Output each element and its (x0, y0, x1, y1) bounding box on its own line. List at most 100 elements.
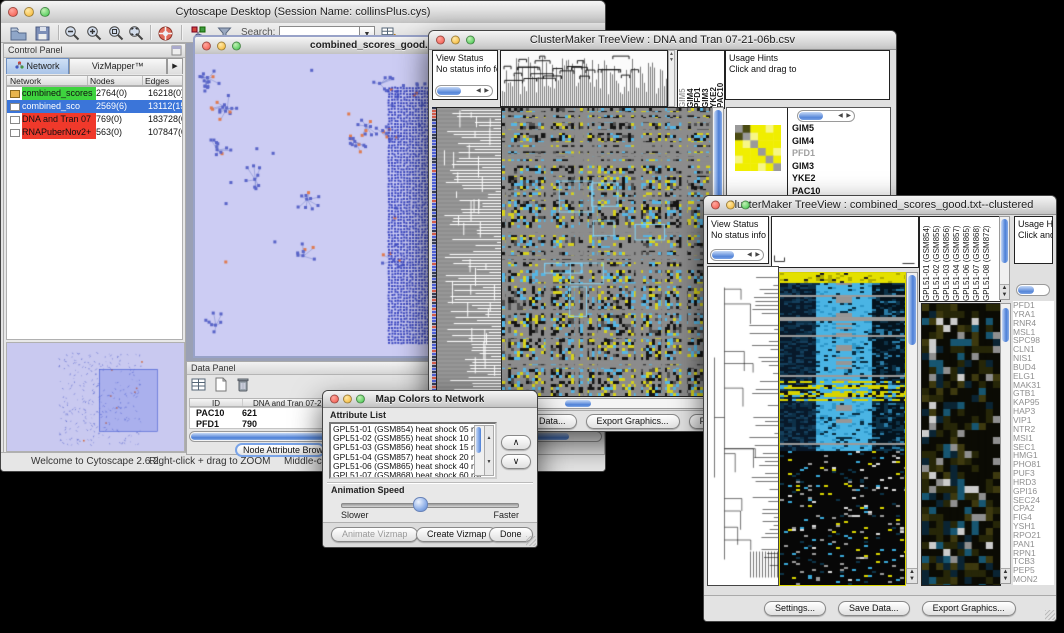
attribute-item[interactable]: GPL51-03 (GSM856) heat shock 15 min (333, 443, 481, 452)
tv2-heatmap-vscrollbar[interactable]: ▲▼ (906, 272, 918, 584)
minimize-button[interactable] (343, 395, 352, 404)
open-file-icon[interactable] (9, 24, 28, 43)
scroll-arrows[interactable]: ◀ ▶ (838, 111, 852, 121)
zoom-selected-icon[interactable] (107, 24, 126, 43)
move-down-button[interactable]: ∨ (501, 454, 531, 469)
animation-speed-slider-thumb[interactable] (413, 497, 428, 512)
tv2-action-button[interactable]: Save Data... (838, 601, 910, 616)
col-edges: Edges (143, 76, 182, 85)
minimize-button[interactable] (24, 7, 34, 17)
attribute-item[interactable]: GPL51-06 (GSM865) heat shock 40 min (333, 462, 481, 471)
create-vizmap-button[interactable]: Create Vizmap (416, 527, 497, 542)
tv1-action-button[interactable]: Export Graphics... (586, 414, 680, 429)
close-button[interactable] (711, 201, 720, 210)
tab-overflow-arrow[interactable]: ▶ (167, 58, 183, 74)
close-button[interactable] (330, 395, 339, 404)
tv1-global-heatmap[interactable] (501, 107, 713, 397)
attribute-item[interactable]: GPL51-02 (GSM855) heat shock 10 min (333, 434, 481, 443)
save-icon[interactable] (33, 24, 52, 43)
scroll-arrows[interactable]: ▲▼ (1001, 568, 1010, 583)
toolbar-separator (58, 25, 60, 40)
network-list-row[interactable]: combined_scores 2764(0) 16218(0) (7, 87, 182, 100)
view-status-scrollbar[interactable]: ◀ ▶ (710, 249, 764, 261)
tv2-column-dendrogram[interactable] (771, 216, 919, 268)
tv1-mini-vscroll[interactable]: ▲▼ (668, 50, 675, 107)
frame-minimize-button[interactable] (217, 41, 226, 50)
attribute-list[interactable]: GPL51-01 (GSM854) heat shock 05 minGPL51… (329, 422, 497, 479)
tv2-column-labels[interactable]: GPL51-01 (GSM854)GPL51-02 (GSM855)GPL51-… (919, 216, 1001, 302)
view-status-scrollbar[interactable]: ◀ ▶ (435, 85, 493, 97)
scrollbar-thumb[interactable] (908, 275, 916, 345)
summary-scrollbar[interactable]: ◀ ▶ (797, 110, 855, 122)
tv2-action-button[interactable]: Settings... (764, 601, 826, 616)
tv1-column-labels[interactable]: GIM5GIM4PFD1GIM3YKE2PAC10 (677, 50, 725, 109)
move-up-button[interactable]: ∧ (501, 435, 531, 450)
scroll-arrows[interactable]: ▲▼ (1000, 284, 1009, 299)
tv2-global-heatmap[interactable] (779, 272, 906, 586)
tab-vizmapper[interactable]: VizMapper™ (69, 58, 167, 74)
network-list-row[interactable]: DNA and Tran 07 769(0) 183728(0) (7, 113, 182, 126)
tv1-titlebar[interactable]: ClusterMaker TreeView : DNA and Tran 07-… (429, 31, 896, 50)
animate-vizmap-button[interactable]: Animate Vizmap (331, 527, 418, 542)
tv2-labels-vscrollbar[interactable]: ▲▼ (999, 216, 1010, 300)
tv2-action-button[interactable]: Export Graphics... (922, 601, 1016, 616)
network-list-row[interactable]: RNAPuberNov2+ 563(0) 107847(0) (7, 126, 182, 139)
zoom-button[interactable] (466, 36, 475, 45)
attribute-item[interactable]: GPL51-01 (GSM854) heat shock 05 min (333, 425, 481, 434)
delete-attribute-icon[interactable] (234, 376, 252, 393)
network-list-row[interactable]: combined_sco 2569(6) 13112(15) (7, 100, 182, 113)
data-row-value: 790 (242, 419, 257, 430)
scrollbar-thumb[interactable] (714, 110, 722, 205)
zoom-in-icon[interactable] (85, 24, 104, 43)
zoom-out-icon[interactable] (63, 24, 82, 43)
scrollbar-thumb[interactable] (565, 400, 591, 407)
zoom-button[interactable] (741, 201, 750, 210)
frame-zoom-button[interactable] (232, 41, 241, 50)
frame-close-button[interactable] (202, 41, 211, 50)
node-attribute-browser-button[interactable]: Node Attribute Browser (235, 443, 325, 457)
tv2-zoom-heatmap[interactable] (921, 303, 1001, 586)
zoom-button[interactable] (356, 395, 365, 404)
network-list[interactable]: combined_scores 2764(0) 16218(0) combine… (6, 86, 183, 340)
float-panel-icon[interactable] (171, 45, 182, 56)
scroll-arrows[interactable]: ◀ ▶ (747, 250, 761, 260)
scrollbar-thumb[interactable] (476, 427, 481, 453)
scrollbar-thumb[interactable] (1001, 219, 1008, 263)
network-overview-thumbnail[interactable] (6, 342, 185, 452)
tv2-zoom-vscrollbar[interactable]: ▲▼ (1000, 303, 1011, 584)
zoom-button[interactable] (40, 7, 50, 17)
tv2-titlebar[interactable]: ClusterMaker TreeView : combined_scores_… (704, 196, 1056, 215)
gene-label: GIM3 (792, 160, 820, 173)
tv1-zoom-matrix[interactable] (735, 125, 781, 171)
animation-speed-slider-track[interactable] (341, 503, 519, 508)
tv1-row-dendrogram[interactable] (436, 107, 502, 397)
help-lifering-icon[interactable] (156, 24, 175, 43)
resize-grip[interactable] (1045, 610, 1055, 620)
minimize-button[interactable] (726, 201, 735, 210)
network-row-icon (10, 129, 20, 137)
main-titlebar[interactable]: Cytoscape Desktop (Session Name: collins… (1, 1, 605, 24)
new-attribute-icon[interactable] (212, 376, 230, 393)
tv2-gene-list[interactable]: PFD1YRA1RNR4MSL1SPC98CLN1NIS1BUD4ELG1MAK… (1013, 301, 1054, 585)
tv2-row-dendrogram[interactable] (707, 266, 779, 586)
scroll-arrows[interactable]: ◀ ▶ (476, 86, 490, 96)
usage-hints-scrollbar[interactable] (1016, 284, 1050, 296)
column-label: GPL51-08 (GSM872) (982, 217, 992, 301)
attribute-item[interactable]: GPL51-04 (GSM857) heat shock 20 min (333, 453, 481, 462)
tv1-gene-labels[interactable]: GIM5GIM4PFD1GIM3YKE2PAC10 (792, 122, 820, 197)
scroll-arrows[interactable]: ▲▼ (907, 568, 917, 583)
tab-network[interactable]: Network (6, 58, 69, 74)
zoom-fit-icon[interactable] (127, 24, 146, 43)
close-button[interactable] (8, 7, 18, 17)
window-controls[interactable] (8, 7, 50, 17)
network-table-header[interactable]: Network Nodes Edges (6, 75, 183, 86)
scrollbar-thumb[interactable] (1002, 308, 1009, 342)
scroll-arrows[interactable]: ▲▼ (484, 425, 494, 476)
minimize-button[interactable] (451, 36, 460, 45)
dialog-titlebar[interactable]: Map Colors to Network (323, 391, 537, 408)
close-button[interactable] (436, 36, 445, 45)
tv1-column-dendrogram[interactable] (500, 50, 668, 107)
select-attributes-icon[interactable] (190, 376, 208, 393)
resize-grip[interactable] (526, 536, 536, 546)
attribute-item[interactable]: GPL51-07 (GSM868) heat shock 60 min (333, 471, 481, 479)
